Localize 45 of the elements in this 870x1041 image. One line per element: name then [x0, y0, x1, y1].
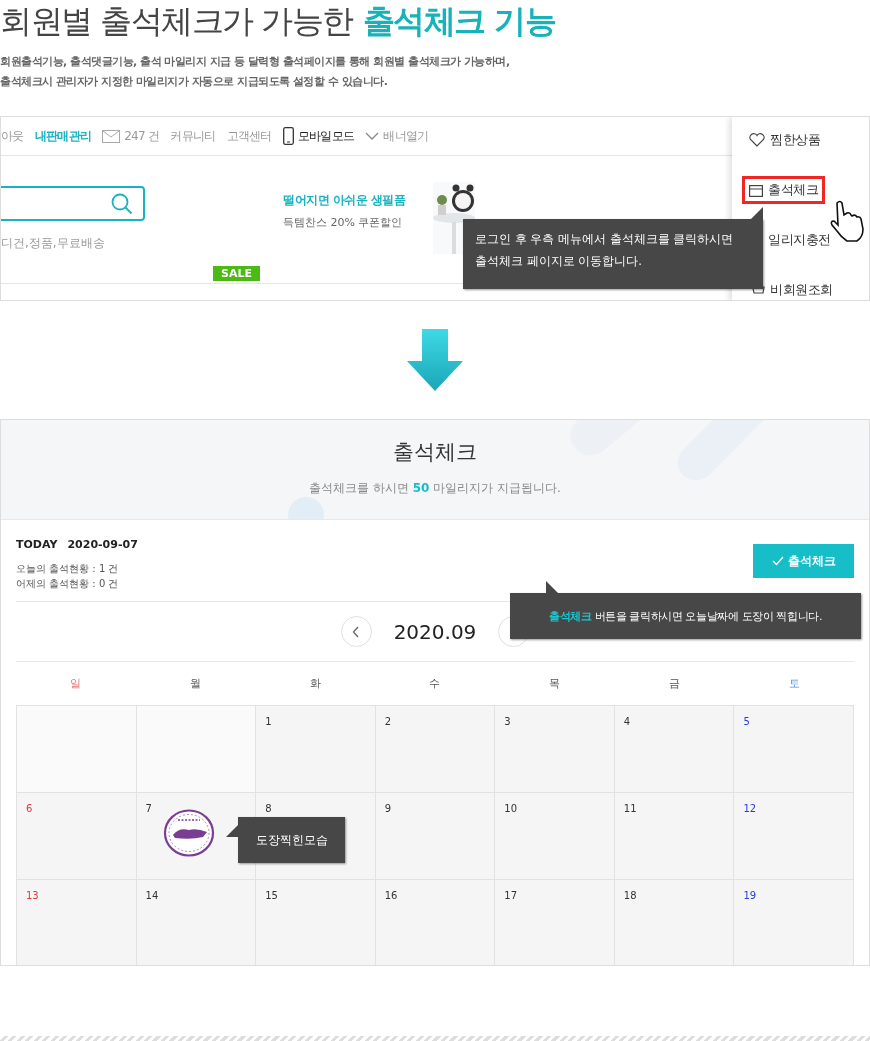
day-number: 4 [623, 716, 631, 727]
day-number: 6 [26, 803, 33, 814]
today-label: TODAY [16, 538, 58, 551]
weekday-header: 화 [308, 676, 322, 691]
day-number: 8 [265, 803, 272, 814]
banner-title: 떨어지면 아쉬운 생필품 [283, 192, 406, 209]
banner-subtitle: 득템찬스 20% 쿠폰할인 [283, 215, 404, 230]
weekday-header: 목 [548, 676, 562, 691]
attendance-stat: 오늘의 출석현황 : 1 건 [16, 562, 120, 576]
day-number: 5 [743, 716, 750, 727]
day-number: 13 [26, 890, 39, 901]
heading-accent: 출석체크 기능 [362, 1, 556, 42]
weekday-header: 일 [69, 676, 83, 691]
day-number: 17 [504, 890, 517, 901]
day-number: 18 [623, 890, 637, 901]
page-title: 출석체크 [393, 439, 477, 466]
heading-text: 회원별 출석체크가 가능한 [0, 1, 353, 42]
description-line: 출석체크시 관리자가 지정한 마일리지가 자동으로 지급되도록 설정할 수 있습니다. [0, 74, 389, 90]
attendance-stat: 어제의 출석현황 : 0 건 [16, 577, 120, 591]
month-label: 2020.09 [393, 619, 477, 644]
day-number: 10 [504, 803, 517, 814]
day-number: 19 [743, 890, 757, 901]
day-number: 3 [504, 716, 511, 727]
weekday-header: 토 [787, 676, 801, 691]
weekday-header: 수 [428, 676, 442, 691]
search-tags: 디건,정품,무료배송 [1, 235, 145, 252]
tooltip-text: 출석체크 페이지로 이동합니다. [475, 253, 643, 270]
day-number: 1 [265, 716, 272, 727]
weekday-header: 금 [667, 676, 681, 691]
tooltip-text: 출석체크 버튼을 클릭하시면 오늘날짜에 도장이 찍힙니다. [549, 608, 822, 624]
page-subtitle: 출석체크를 하시면 50 마일리지가 지급됩니다. [309, 480, 561, 497]
tooltip-text: 도장찍힌모습 [255, 831, 328, 849]
weekday-header: 월 [189, 676, 203, 691]
sale-badge: SALE [213, 266, 260, 281]
tooltip-text: 로그인 후 우측 메뉴에서 출석체크를 클릭하시면 [475, 231, 735, 248]
day-number: 12 [743, 803, 757, 814]
description-line: 회원출석기능, 출석댓글기능, 출석 마일리지 지급 등 달력형 출석페이지를 통해 회원별 출석체크가 가능하며, [0, 54, 511, 70]
day-number: 9 [384, 803, 392, 814]
day-number: 7 [145, 803, 152, 814]
day-number: 2 [384, 716, 392, 727]
today-date: 2020-09-07 [67, 538, 138, 551]
day-number: 11 [623, 803, 637, 814]
day-number: 16 [384, 890, 398, 901]
day-number: 15 [265, 890, 278, 901]
day-number: 14 [145, 890, 159, 901]
